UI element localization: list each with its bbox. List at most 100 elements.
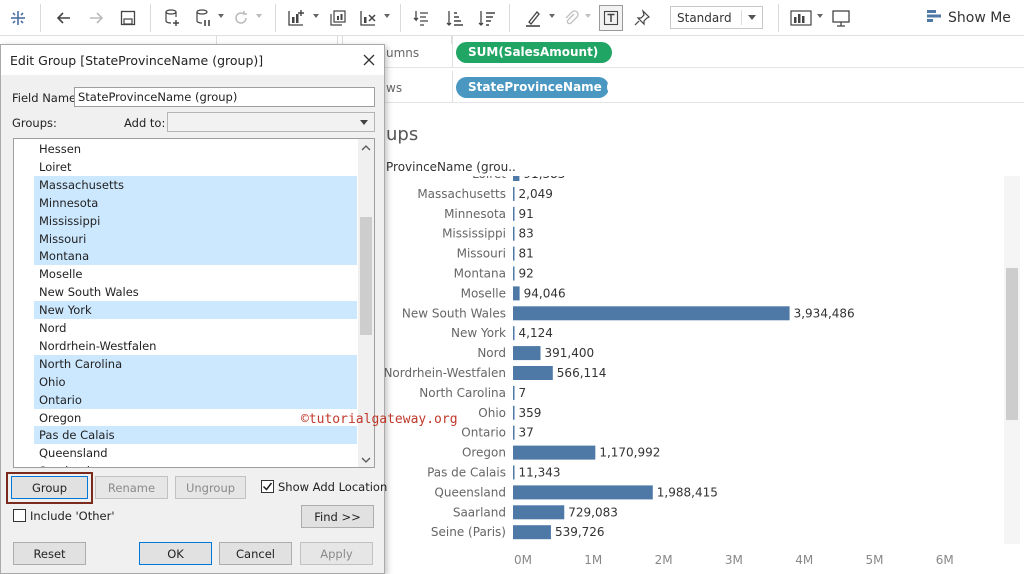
new-worksheet-icon[interactable] — [284, 5, 308, 31]
close-icon[interactable] — [360, 51, 378, 69]
rows-pill[interactable]: StateProvinceName (g.. — [456, 77, 629, 98]
bar[interactable] — [513, 525, 551, 540]
list-item[interactable]: Loiret — [34, 158, 357, 176]
category-label[interactable]: Ohio — [478, 406, 506, 420]
scroll-down-icon[interactable] — [361, 454, 371, 464]
category-label[interactable]: Massachusetts — [417, 187, 506, 201]
clear-sheet-icon[interactable] — [356, 5, 380, 31]
rows-shelf[interactable]: StateProvinceName (g.. — [452, 71, 1024, 103]
list-item[interactable]: Nord — [34, 319, 357, 337]
mark-type-select[interactable]: Standard — [670, 6, 763, 29]
bar[interactable] — [513, 176, 520, 181]
list-item[interactable]: New York — [34, 301, 357, 320]
rename-button[interactable]: Rename — [95, 476, 168, 499]
show-add-location-checkbox[interactable] — [261, 480, 274, 493]
list-item[interactable]: Saarland — [34, 462, 357, 467]
category-label[interactable]: Seine (Paris) — [431, 525, 506, 539]
list-item[interactable]: Nordrhein-Westfalen — [34, 337, 357, 355]
category-label[interactable]: Ontario — [461, 426, 506, 440]
refresh-icon[interactable] — [230, 5, 252, 31]
sort-ascending-icon[interactable] — [443, 5, 467, 31]
category-label[interactable]: Saarland — [453, 505, 506, 519]
forward-icon[interactable] — [84, 5, 108, 31]
category-label[interactable]: Nordrhein-Westfalen — [383, 366, 506, 380]
pin-icon[interactable] — [630, 5, 654, 31]
bar[interactable] — [513, 405, 515, 420]
list-item[interactable]: Ohio — [34, 372, 357, 391]
list-item[interactable]: Ontario — [34, 390, 357, 409]
list-item[interactable]: Hessen — [34, 140, 357, 158]
bar[interactable] — [513, 485, 653, 500]
ungroup-button[interactable]: Ungroup — [175, 476, 246, 499]
bar[interactable] — [513, 385, 515, 400]
list-item[interactable]: Queensland — [34, 444, 357, 462]
columns-shelf[interactable]: SUM(SalesAmount) — [452, 36, 1024, 68]
highlight-icon[interactable] — [521, 5, 545, 31]
group-button[interactable]: Group — [11, 476, 88, 499]
cancel-button[interactable]: Cancel — [219, 542, 292, 565]
include-other-checkbox[interactable] — [13, 509, 26, 522]
find-button[interactable]: Find >> — [301, 505, 374, 528]
sort-descending-icon[interactable] — [475, 5, 499, 31]
category-label[interactable]: Missouri — [457, 247, 506, 261]
back-icon[interactable] — [52, 5, 76, 31]
chart-scrollbar[interactable] — [1004, 176, 1020, 544]
category-label[interactable]: Oregon — [462, 446, 506, 460]
new-datasource-icon[interactable] — [160, 5, 184, 31]
category-label[interactable]: Pas de Calais — [427, 466, 506, 480]
bar[interactable] — [513, 346, 541, 361]
category-label[interactable]: Queensland — [434, 485, 506, 499]
row-header[interactable]: ProvinceName (grou.. — [386, 160, 516, 174]
list-item[interactable]: Pas de Calais — [34, 426, 357, 445]
category-label[interactable]: Moselle — [461, 286, 506, 300]
category-label[interactable]: Mississippi — [442, 227, 506, 241]
category-label[interactable]: Montana — [454, 267, 506, 281]
field-name-input[interactable]: StateProvinceName (group) — [74, 87, 375, 107]
list-item[interactable]: Minnesota — [34, 193, 357, 212]
ok-button[interactable]: OK — [139, 542, 212, 565]
list-item[interactable]: Massachusetts — [34, 175, 357, 194]
bar[interactable] — [513, 425, 515, 440]
add-to-select[interactable] — [167, 112, 375, 132]
category-label[interactable]: New York — [451, 326, 506, 340]
category-label[interactable]: New South Wales — [402, 306, 506, 320]
pause-updates-icon[interactable] — [192, 5, 214, 31]
bar[interactable] — [513, 186, 515, 201]
bar[interactable] — [513, 326, 515, 341]
tableau-logo-icon[interactable] — [6, 5, 30, 31]
list-item[interactable]: Mississippi — [34, 211, 357, 230]
bar[interactable] — [513, 266, 515, 281]
category-label[interactable]: Nord — [477, 346, 506, 360]
list-item[interactable]: North Carolina — [34, 354, 357, 373]
columns-pill[interactable]: SUM(SalesAmount) — [456, 42, 612, 63]
fit-icon[interactable] — [788, 5, 814, 31]
list-item[interactable]: Montana — [34, 247, 357, 266]
list-item[interactable]: Moselle — [34, 265, 357, 283]
presentation-icon[interactable] — [829, 5, 853, 31]
bar[interactable] — [513, 246, 515, 261]
list-item[interactable]: New South Wales — [34, 283, 357, 301]
bar[interactable] — [513, 366, 553, 380]
bar[interactable] — [513, 465, 515, 480]
bar[interactable] — [513, 206, 515, 221]
list-item[interactable]: Missouri — [34, 229, 357, 248]
bar[interactable] — [513, 226, 515, 241]
bar[interactable] — [513, 286, 520, 301]
bar[interactable] — [513, 306, 790, 321]
scrollbar-thumb[interactable] — [1006, 268, 1018, 420]
reset-button[interactable]: Reset — [13, 542, 86, 565]
scroll-up-icon[interactable] — [361, 142, 371, 152]
show-me-button[interactable]: Show Me — [926, 8, 1011, 28]
bar[interactable] — [513, 445, 596, 460]
clip-icon[interactable] — [560, 5, 582, 31]
category-label[interactable]: North Carolina — [419, 386, 506, 400]
bar[interactable] — [513, 505, 565, 520]
apply-button[interactable]: Apply — [300, 542, 373, 565]
swap-icon[interactable] — [410, 5, 434, 31]
save-icon[interactable] — [116, 5, 140, 31]
duplicate-sheet-icon[interactable] — [326, 5, 350, 31]
category-label[interactable]: Loiret — [472, 176, 506, 181]
scrollbar-thumb[interactable] — [360, 217, 372, 335]
category-label[interactable]: Minnesota — [444, 207, 506, 221]
show-labels-icon[interactable] — [599, 5, 623, 31]
